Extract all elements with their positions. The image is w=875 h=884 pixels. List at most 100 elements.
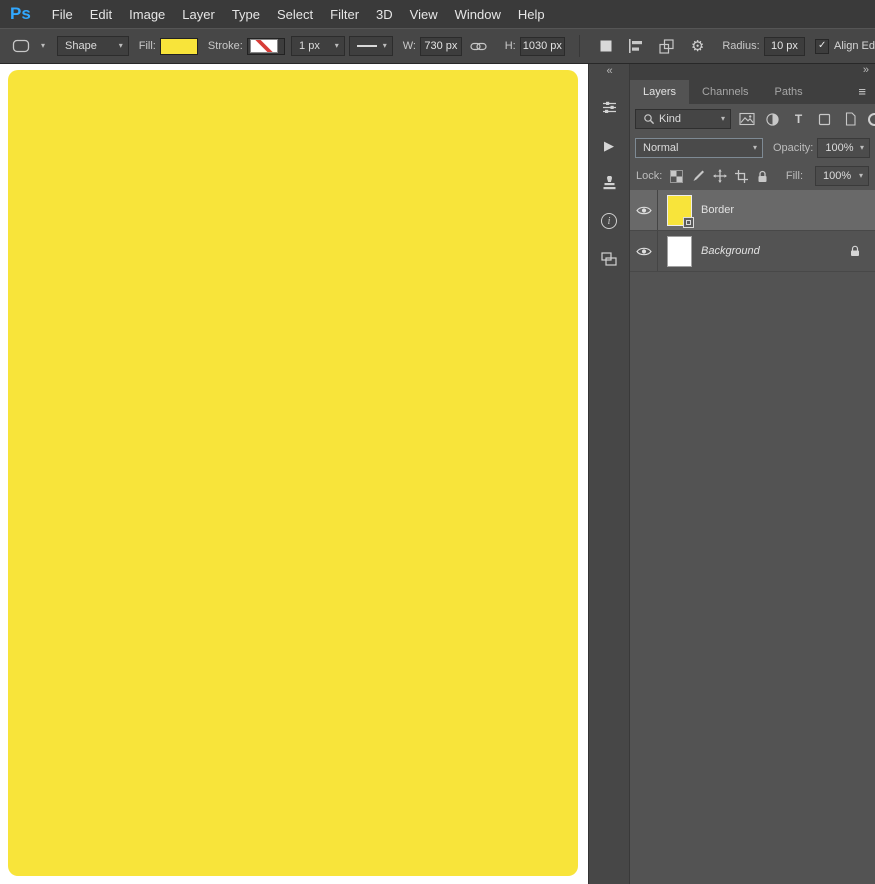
- eye-icon: [635, 206, 652, 214]
- lock-position-icon[interactable]: [713, 169, 728, 183]
- tool-mode-select[interactable]: Shape ▾: [57, 36, 129, 56]
- shape-layer-badge: [683, 216, 694, 228]
- path-operations-icon[interactable]: [600, 40, 612, 52]
- fill-label: Fill:: [138, 40, 156, 52]
- photoshop-logo: Ps: [10, 4, 31, 23]
- link-dimensions-icon[interactable]: [470, 40, 487, 53]
- lock-transparency-icon[interactable]: [670, 169, 684, 183]
- menu-type[interactable]: Type: [232, 7, 260, 22]
- filter-smart-objects-icon[interactable]: [840, 110, 861, 129]
- width-input[interactable]: 730 px: [420, 36, 462, 56]
- menu-window[interactable]: Window: [455, 7, 501, 22]
- layer-name[interactable]: Background: [701, 245, 760, 257]
- radius-input[interactable]: 10 px: [763, 36, 806, 56]
- filter-type-layers-icon[interactable]: T: [788, 110, 809, 129]
- layer-name[interactable]: Border: [701, 204, 734, 216]
- solid-line-icon: [356, 45, 377, 47]
- stroke-color-swatch[interactable]: [246, 37, 286, 55]
- stroke-style-select[interactable]: ▾: [348, 36, 393, 56]
- path-arrangement-icon[interactable]: [659, 38, 675, 54]
- lock-row: Lock: Fill: 100% ▾: [630, 162, 875, 190]
- visibility-toggle[interactable]: [630, 231, 658, 271]
- check-icon: ✓: [817, 40, 827, 51]
- menu-help[interactable]: Help: [518, 7, 545, 22]
- menu-layer[interactable]: Layer: [182, 7, 215, 22]
- options-bar: ▾ Shape ▾ Fill: Stroke: 1 px ▾ ▾ W: 730 …: [0, 28, 875, 64]
- align-edges-checkbox[interactable]: ✓: [815, 38, 830, 54]
- height-label: H:: [504, 40, 516, 52]
- lock-artboard-icon[interactable]: [735, 169, 749, 183]
- blend-mode-select[interactable]: Normal ▾: [635, 138, 763, 158]
- info-panel-icon[interactable]: i: [589, 210, 629, 232]
- document-canvas[interactable]: [0, 64, 588, 884]
- menu-filter[interactable]: Filter: [330, 7, 359, 22]
- chevron-down-icon: ▾: [859, 143, 864, 152]
- actions-panel-icon[interactable]: ▶: [589, 134, 629, 156]
- fill-amount-select[interactable]: 100% ▾: [815, 166, 869, 186]
- height-input[interactable]: 1030 px: [519, 36, 565, 56]
- fill-color-swatch[interactable]: [159, 37, 198, 55]
- menu-3d[interactable]: 3D: [376, 7, 393, 22]
- path-alignment-icon[interactable]: [628, 39, 643, 53]
- lock-all-icon[interactable]: [756, 170, 769, 183]
- divider: [578, 35, 580, 57]
- chevron-down-icon: ▾: [382, 41, 387, 50]
- menu-edit[interactable]: Edit: [90, 7, 112, 22]
- panel-dock-collapsed: « ▶ i: [588, 64, 630, 884]
- chevron-down-icon: ▾: [858, 171, 863, 180]
- layer-comps-panel-icon[interactable]: [589, 248, 629, 270]
- tool-mode-value: Shape: [65, 40, 97, 52]
- rounded-rectangle-shape[interactable]: [8, 70, 578, 876]
- layer-thumbnail[interactable]: [667, 235, 692, 267]
- type-letter-icon: T: [794, 112, 803, 126]
- lock-pixels-icon[interactable]: [691, 169, 705, 183]
- chevron-down-icon: ▾: [118, 41, 123, 50]
- blend-mode-value: Normal: [643, 142, 679, 154]
- tab-paths[interactable]: Paths: [762, 80, 816, 104]
- menu-image[interactable]: Image: [129, 7, 165, 22]
- opacity-label: Opacity:: [773, 142, 814, 154]
- info-icon: i: [601, 213, 617, 229]
- visibility-toggle[interactable]: [630, 190, 658, 230]
- radius-label: Radius:: [722, 40, 760, 52]
- eye-icon: [635, 247, 652, 255]
- filter-adjustment-layers-icon[interactable]: [762, 110, 783, 129]
- opacity-select[interactable]: 100% ▾: [817, 138, 870, 158]
- menu-file[interactable]: File: [52, 7, 73, 22]
- layer-row-background[interactable]: Background: [630, 231, 875, 272]
- stroke-width-value: 1 px: [299, 40, 320, 52]
- clone-source-panel-icon[interactable]: [589, 172, 629, 194]
- filter-shape-layers-icon[interactable]: [814, 110, 835, 129]
- chevron-down-icon: ▾: [41, 41, 46, 50]
- chevron-down-icon: ▾: [720, 114, 725, 123]
- blend-row: Normal ▾ Opacity: 100% ▾: [630, 134, 875, 162]
- menu-view[interactable]: View: [410, 7, 438, 22]
- lock-label: Lock:: [636, 170, 663, 182]
- expand-panel-arrows[interactable]: »: [863, 64, 869, 76]
- layers-panel-group: » Layers Channels Paths ≡ Kind ▾ T Norma…: [630, 64, 875, 884]
- align-edges-label: Align Ed: [834, 40, 875, 52]
- panel-menu-icon[interactable]: ≡: [858, 84, 875, 99]
- tab-channels[interactable]: Channels: [689, 80, 761, 104]
- tool-preset-picker[interactable]: ▾: [10, 35, 45, 57]
- tab-layers[interactable]: Layers: [630, 80, 690, 104]
- fill-amount-label: Fill:: [785, 170, 803, 182]
- width-label: W:: [402, 40, 416, 52]
- play-icon: ▶: [604, 137, 614, 153]
- menu-bar: Ps File Edit Image Layer Type Select Fil…: [0, 0, 875, 28]
- gear-icon[interactable]: ⚙: [691, 39, 704, 54]
- layer-row-border[interactable]: Border: [630, 190, 875, 231]
- filter-pixel-layers-icon[interactable]: [736, 110, 757, 129]
- properties-panel-icon[interactable]: [589, 96, 629, 118]
- search-icon: [643, 113, 655, 125]
- menu-select[interactable]: Select: [277, 7, 313, 22]
- panel-tab-bar: Layers Channels Paths ≡: [630, 78, 875, 104]
- stroke-width-select[interactable]: 1 px ▾: [291, 36, 345, 56]
- collapse-dock-arrows[interactable]: «: [589, 64, 629, 80]
- filter-toggle-icon[interactable]: [868, 113, 875, 126]
- stroke-label: Stroke:: [207, 40, 243, 52]
- no-color-icon: [249, 39, 278, 53]
- panel-top-strip: »: [630, 64, 875, 78]
- filter-kind-select[interactable]: Kind ▾: [635, 109, 731, 129]
- layer-thumbnail[interactable]: [667, 194, 694, 228]
